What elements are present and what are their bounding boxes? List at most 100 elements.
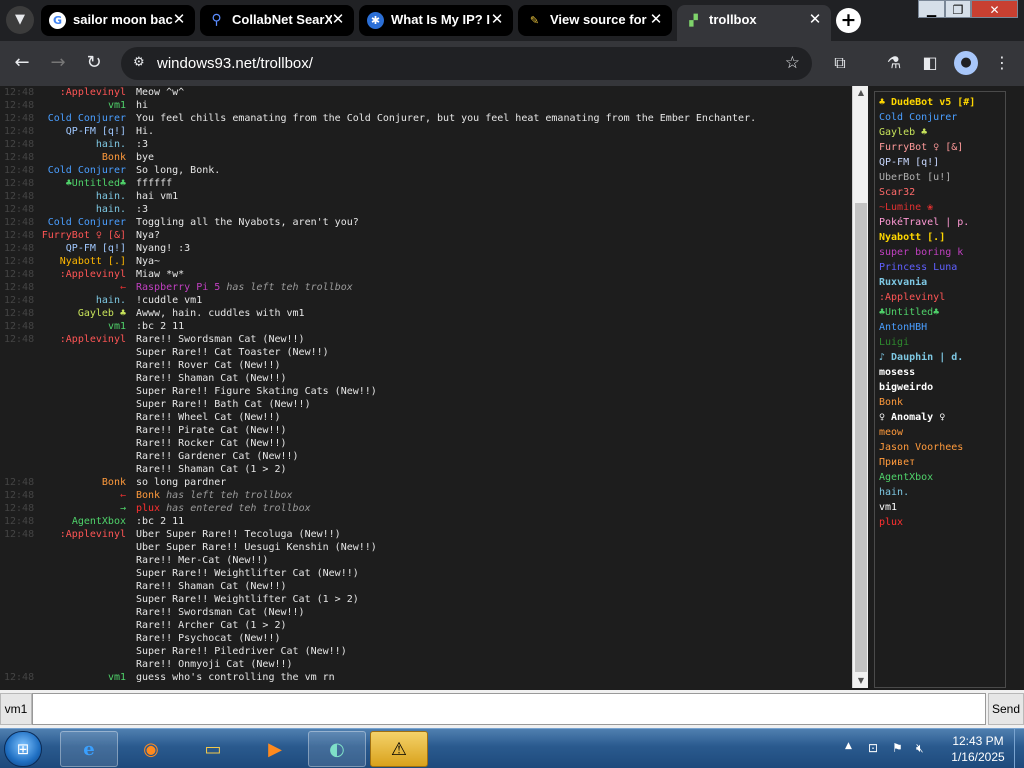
message-nick[interactable]: QP-FM [q!] — [40, 125, 126, 138]
close-icon[interactable]: ✕ — [489, 11, 505, 27]
message-nick[interactable]: hain. — [40, 138, 126, 151]
labs-button[interactable]: ⚗ — [882, 51, 906, 75]
message-nick[interactable]: Cold Conjurer — [40, 112, 126, 125]
clock-time[interactable]: 12:43 PM — [948, 734, 1008, 748]
user-list-item[interactable]: ♪ Dauphin | d. — [879, 350, 1003, 365]
close-icon[interactable]: ✕ — [171, 11, 187, 27]
user-list-item[interactable]: vm1 — [879, 500, 1003, 515]
taskbar-media-player[interactable]: ▶ — [246, 731, 304, 767]
close-icon[interactable]: ✕ — [330, 11, 346, 27]
profile-button[interactable]: ● — [954, 51, 978, 75]
user-list-item[interactable]: bigweirdo — [879, 380, 1003, 395]
new-tab-button[interactable]: + — [836, 8, 861, 33]
side-panel-button[interactable]: ◧ — [918, 51, 942, 75]
taskbar-warning-app[interactable]: ⚠ — [370, 731, 428, 767]
message-nick[interactable]: hain. — [40, 203, 126, 216]
user-list-item[interactable]: Scar32 — [879, 185, 1003, 200]
message-nick[interactable]: :Applevinyl — [40, 333, 126, 346]
message-nick[interactable]: :Applevinyl — [40, 268, 126, 281]
message-nick[interactable]: Nyabott [.] — [40, 255, 126, 268]
reload-button[interactable]: ↻ — [82, 51, 106, 75]
message-nick[interactable]: AgentXbox — [40, 515, 126, 528]
user-list-item[interactable]: ♣Untitled♣ — [879, 305, 1003, 320]
user-list-item[interactable]: UberBot [u!] — [879, 170, 1003, 185]
forward-button[interactable]: → — [46, 51, 70, 75]
window-close-button[interactable]: ✕ — [971, 0, 1018, 18]
extensions-button[interactable]: ⧉ — [828, 51, 852, 75]
message-nick[interactable]: :Applevinyl — [40, 86, 126, 99]
user-list-item[interactable]: meow — [879, 425, 1003, 440]
nickname-button[interactable]: vm1 — [0, 693, 32, 725]
tab-3[interactable]: ✎ View source for ✕ — [518, 5, 672, 36]
message-nick[interactable]: Bonk — [40, 476, 126, 489]
taskbar-explorer[interactable]: ▭ — [184, 731, 242, 767]
taskbar-firefox[interactable]: ◉ — [122, 731, 180, 767]
message-nick[interactable]: vm1 — [40, 671, 126, 684]
user-list-item[interactable]: plux — [879, 515, 1003, 530]
tab-0[interactable]: G sailor moon bac ✕ — [41, 5, 195, 36]
user-list-item[interactable]: hain. — [879, 485, 1003, 500]
user-list-item[interactable]: Привет — [879, 455, 1003, 470]
tab-1[interactable]: ⚲ CollabNet SearX ✕ — [200, 5, 354, 36]
user-list-item[interactable]: QP-FM [q!] — [879, 155, 1003, 170]
tab-4-active[interactable]: ▞ trollbox ✕ — [677, 5, 831, 41]
show-desktop-button[interactable] — [1014, 729, 1024, 768]
action-center-flag-icon[interactable]: ⚑ — [892, 741, 903, 755]
chat-log[interactable]: 12:48:Applevinyl Meow ^w^ 12:48 vm1 hi 12:48 C… — [0, 86, 852, 688]
send-button[interactable]: Send — [988, 693, 1024, 725]
user-list-item[interactable]: Princess Luna — [879, 260, 1003, 275]
presence-user[interactable]: plux — [136, 503, 160, 514]
user-list-item[interactable]: AntonHBH — [879, 320, 1003, 335]
address-bar[interactable]: ⚙ windows93.net/trollbox/ ☆ — [121, 47, 812, 80]
user-list-item[interactable]: Jason Voorhees — [879, 440, 1003, 455]
tab-search-button[interactable]: ▼ — [6, 6, 34, 34]
site-info-icon[interactable]: ⚙ — [133, 55, 145, 70]
message-nick[interactable]: ♣Untitled♣ — [40, 177, 126, 190]
user-list-item[interactable]: Cold Conjurer — [879, 110, 1003, 125]
start-button[interactable]: ⊞ — [4, 731, 42, 767]
presence-user[interactable]: Bonk — [136, 490, 160, 501]
tray-overflow-icon[interactable]: ▲ — [845, 741, 852, 751]
message-nick[interactable]: hain. — [40, 294, 126, 307]
user-list-item[interactable]: super boring k — [879, 245, 1003, 260]
message-nick[interactable]: Cold Conjurer — [40, 216, 126, 229]
message-nick[interactable]: QP-FM [q!] — [40, 242, 126, 255]
user-list-item[interactable]: Gayleb ♣ — [879, 125, 1003, 140]
message-nick[interactable]: Bonk — [40, 151, 126, 164]
taskbar-chrome-active[interactable]: ◐ — [308, 731, 366, 767]
user-list-item[interactable]: ♣ DudeBot v5 [#] — [879, 95, 1003, 110]
user-list-item[interactable]: Bonk — [879, 395, 1003, 410]
user-list-item[interactable]: AgentXbox — [879, 470, 1003, 485]
user-list-item[interactable]: ~Lumine ❀ — [879, 200, 1003, 215]
back-button[interactable]: ← — [10, 51, 34, 75]
message-input[interactable] — [32, 693, 986, 725]
menu-button[interactable]: ⋮ — [990, 51, 1014, 75]
bookmark-star-icon[interactable]: ☆ — [785, 53, 800, 73]
user-list-item[interactable]: PokéTravel | p. — [879, 215, 1003, 230]
user-list-item[interactable]: Luigi — [879, 335, 1003, 350]
message-nick[interactable]: FurryBot ♀ [&] — [40, 229, 126, 242]
message-nick[interactable]: hain. — [40, 190, 126, 203]
scroll-down-arrow[interactable]: ▼ — [853, 674, 869, 688]
message-nick[interactable]: Cold Conjurer — [40, 164, 126, 177]
clock-date[interactable]: 1/16/2025 — [948, 750, 1008, 764]
close-icon[interactable]: ✕ — [648, 11, 664, 27]
taskbar-internet-explorer[interactable]: e — [60, 731, 118, 767]
chat-scrollbar[interactable]: ▲ ▼ — [852, 86, 868, 688]
url-text[interactable]: windows93.net/trollbox/ — [157, 55, 313, 72]
user-list-item[interactable]: Ruxvania — [879, 275, 1003, 290]
tab-2[interactable]: ✱ What Is My IP? I ✕ — [359, 5, 513, 36]
maximize-button[interactable]: ❐ — [945, 0, 971, 18]
user-list-item[interactable]: ♀ Anomaly ♀ — [879, 410, 1003, 425]
volume-muted-icon[interactable]: 🔇︎ — [916, 741, 924, 756]
user-list-item[interactable]: FurryBot ♀ [&] — [879, 140, 1003, 155]
user-list-item[interactable]: mosess — [879, 365, 1003, 380]
scroll-thumb[interactable] — [855, 203, 867, 672]
close-icon[interactable]: ✕ — [807, 11, 823, 27]
message-nick[interactable]: vm1 — [40, 99, 126, 112]
scroll-up-arrow[interactable]: ▲ — [853, 86, 869, 100]
message-nick[interactable]: vm1 — [40, 320, 126, 333]
user-list-item[interactable]: Nyabott [.] — [879, 230, 1003, 245]
user-list-item[interactable]: :Applevinyl — [879, 290, 1003, 305]
network-icon[interactable]: ⊡ — [868, 741, 878, 755]
